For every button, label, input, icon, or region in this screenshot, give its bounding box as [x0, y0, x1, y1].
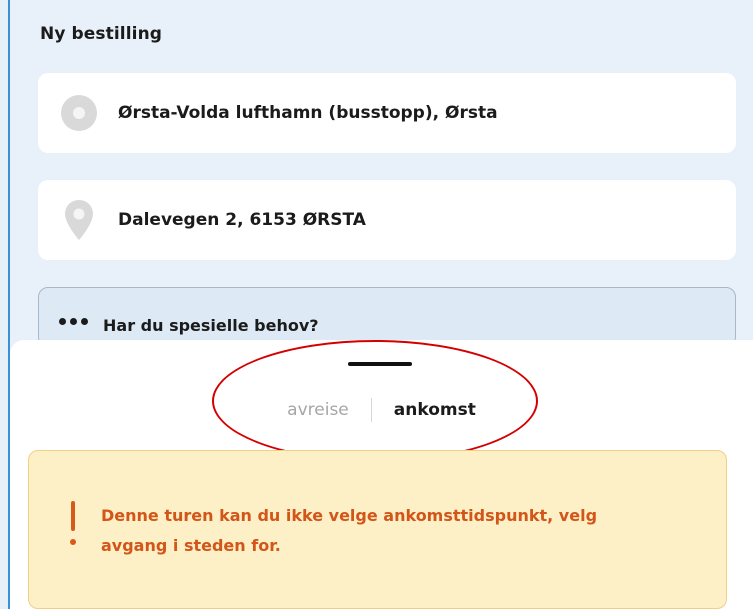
to-location-label: Dalevegen 2, 6153 ØRSTA [118, 210, 366, 230]
stop-circle-icon [58, 92, 100, 134]
more-dots-icon [59, 318, 88, 325]
map-pin-icon [58, 199, 100, 241]
to-location-card[interactable]: Dalevegen 2, 6153 ØRSTA [38, 180, 736, 260]
tab-avreise[interactable]: avreise [265, 400, 371, 420]
warning-banner: Denne turen kan du ikke velge ankomsttid… [28, 450, 727, 609]
sheet-drag-handle[interactable] [348, 362, 412, 366]
warning-message: Denne turen kan du ikke velge ankomsttid… [101, 506, 598, 555]
time-mode-sheet: avreise ankomst Denne turen kan du ikke … [10, 340, 753, 609]
exclamation-icon [69, 501, 77, 547]
time-mode-tabs: avreise ankomst [10, 395, 753, 425]
tab-ankomst[interactable]: ankomst [372, 400, 498, 420]
page-title: Ny bestilling [40, 24, 163, 44]
from-location-label: Ørsta-Volda lufthamn (busstopp), Ørsta [118, 103, 498, 123]
special-needs-label: Har du spesielle behov? [103, 316, 319, 335]
from-location-card[interactable]: Ørsta-Volda lufthamn (busstopp), Ørsta [38, 73, 736, 153]
special-needs-button[interactable]: Har du spesielle behov? [38, 287, 736, 347]
